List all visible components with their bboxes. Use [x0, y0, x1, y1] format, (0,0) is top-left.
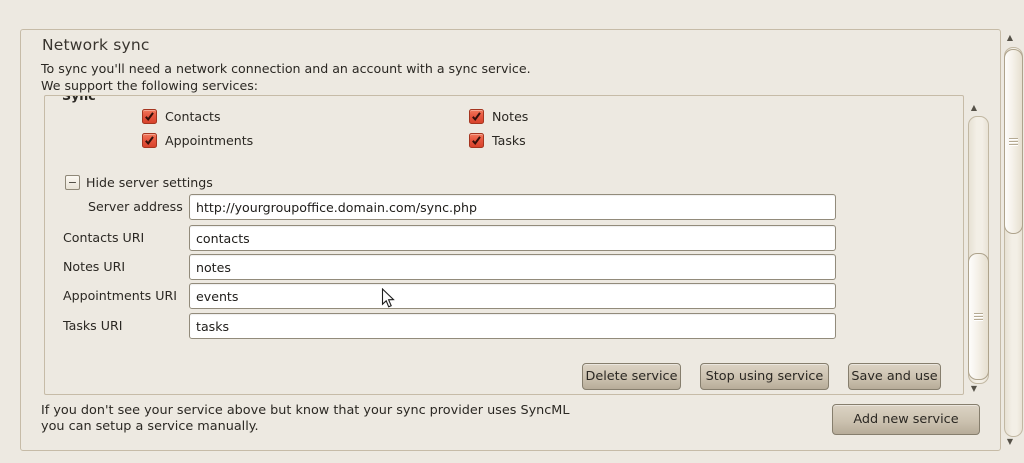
network-sync-settings-page: Network sync To sync you'll need a netwo…: [0, 0, 1024, 463]
page-title: Network sync: [42, 36, 150, 54]
footer-text-line2: you can setup a service manually.: [41, 419, 259, 434]
save-and-use-button[interactable]: Save and use: [848, 363, 941, 390]
outer-scroll-up-icon[interactable]: ▲: [1003, 34, 1017, 42]
appointments-checkbox-label: Appointments: [165, 133, 253, 148]
appointments-uri-input[interactable]: [189, 283, 836, 309]
collapse-icon[interactable]: −: [65, 175, 80, 190]
check-icon: [470, 110, 483, 123]
sync-service-viewport: Sync Contacts Appointments Notes Tasks −…: [44, 95, 964, 395]
check-icon: [143, 134, 156, 147]
tasks-uri-label: Tasks URI: [63, 318, 122, 333]
footer-text-line1: If you don't see your service above but …: [41, 403, 569, 418]
outer-scrollbar-thumb[interactable]: [1004, 49, 1023, 234]
notes-checkbox-row: Notes: [469, 109, 528, 124]
intro-text-line2: We support the following services:: [41, 78, 258, 93]
contacts-uri-input[interactable]: [189, 225, 836, 251]
add-new-service-button[interactable]: Add new service: [832, 404, 980, 435]
check-icon: [470, 134, 483, 147]
tasks-checkbox-row: Tasks: [469, 133, 526, 148]
tasks-checkbox-label: Tasks: [492, 133, 526, 148]
server-settings-expander-label: Hide server settings: [86, 175, 213, 190]
server-settings-expander[interactable]: − Hide server settings: [65, 175, 213, 190]
contacts-checkbox[interactable]: [142, 109, 157, 124]
sync-group-label: Sync: [62, 95, 96, 103]
check-icon: [143, 110, 156, 123]
server-address-input[interactable]: [189, 194, 836, 220]
scrollbar-grip-icon: [974, 313, 983, 314]
server-address-label: Server address: [88, 199, 183, 214]
stop-using-service-button[interactable]: Stop using service: [700, 363, 829, 390]
inner-scroll-up-icon[interactable]: ▲: [967, 104, 981, 112]
intro-text-line1: To sync you'll need a network connection…: [41, 61, 531, 76]
contacts-checkbox-row: Contacts: [142, 109, 221, 124]
appointments-uri-label: Appointments URI: [63, 288, 177, 303]
inner-scroll-down-icon[interactable]: ▼: [967, 385, 981, 393]
tasks-checkbox[interactable]: [469, 133, 484, 148]
appointments-checkbox-row: Appointments: [142, 133, 253, 148]
inner-scrollbar-thumb[interactable]: [968, 253, 989, 380]
scrollbar-grip-icon: [1009, 138, 1018, 139]
tasks-uri-input[interactable]: [189, 313, 836, 339]
notes-checkbox[interactable]: [469, 109, 484, 124]
notes-uri-label: Notes URI: [63, 259, 125, 274]
delete-service-button[interactable]: Delete service: [582, 363, 681, 390]
contacts-uri-label: Contacts URI: [63, 230, 144, 245]
notes-checkbox-label: Notes: [492, 109, 528, 124]
contacts-checkbox-label: Contacts: [165, 109, 221, 124]
notes-uri-input[interactable]: [189, 254, 836, 280]
appointments-checkbox[interactable]: [142, 133, 157, 148]
outer-scroll-down-icon[interactable]: ▼: [1003, 438, 1017, 446]
